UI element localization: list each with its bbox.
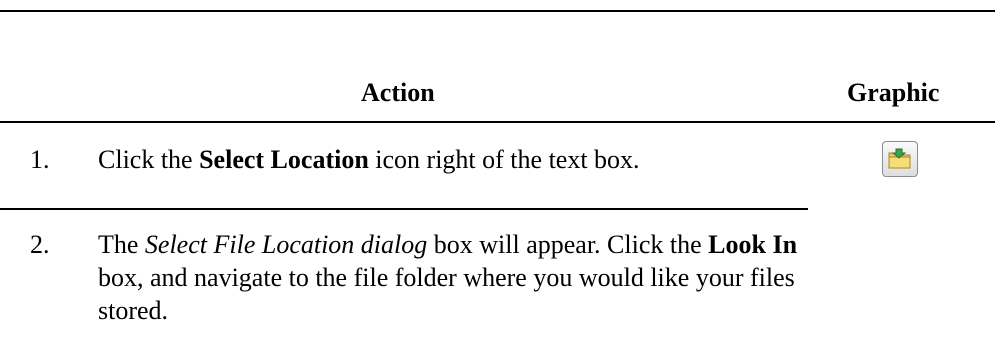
header-action: Action — [361, 78, 435, 107]
step-1-text-part: Click the — [98, 145, 200, 174]
step-1-text: Click the Select Location icon right of … — [98, 143, 798, 176]
select-location-button[interactable] — [882, 141, 918, 177]
step-1-number: 1. — [30, 145, 50, 174]
top-rule — [0, 10, 995, 12]
header-graphic: Graphic — [847, 78, 940, 107]
step-2-text-part: The — [98, 230, 145, 259]
step-2-text-part: box, and navigate to the file folder whe… — [98, 263, 795, 325]
step-2-text: The Select File Location dialog box will… — [98, 228, 798, 327]
header-rule — [0, 121, 995, 123]
select-location-term: Select Location — [199, 145, 369, 174]
look-in-term: Look In — [708, 230, 798, 259]
step-1-text-part: icon right of the text box. — [368, 145, 640, 174]
select-file-location-dialog-term: Select File Location dialog — [144, 230, 428, 259]
row-divider — [0, 208, 808, 210]
step-2-number: 2. — [30, 230, 50, 259]
step-2-text-part: box will appear. Click the — [427, 230, 709, 259]
select-location-folder-icon — [888, 148, 911, 169]
